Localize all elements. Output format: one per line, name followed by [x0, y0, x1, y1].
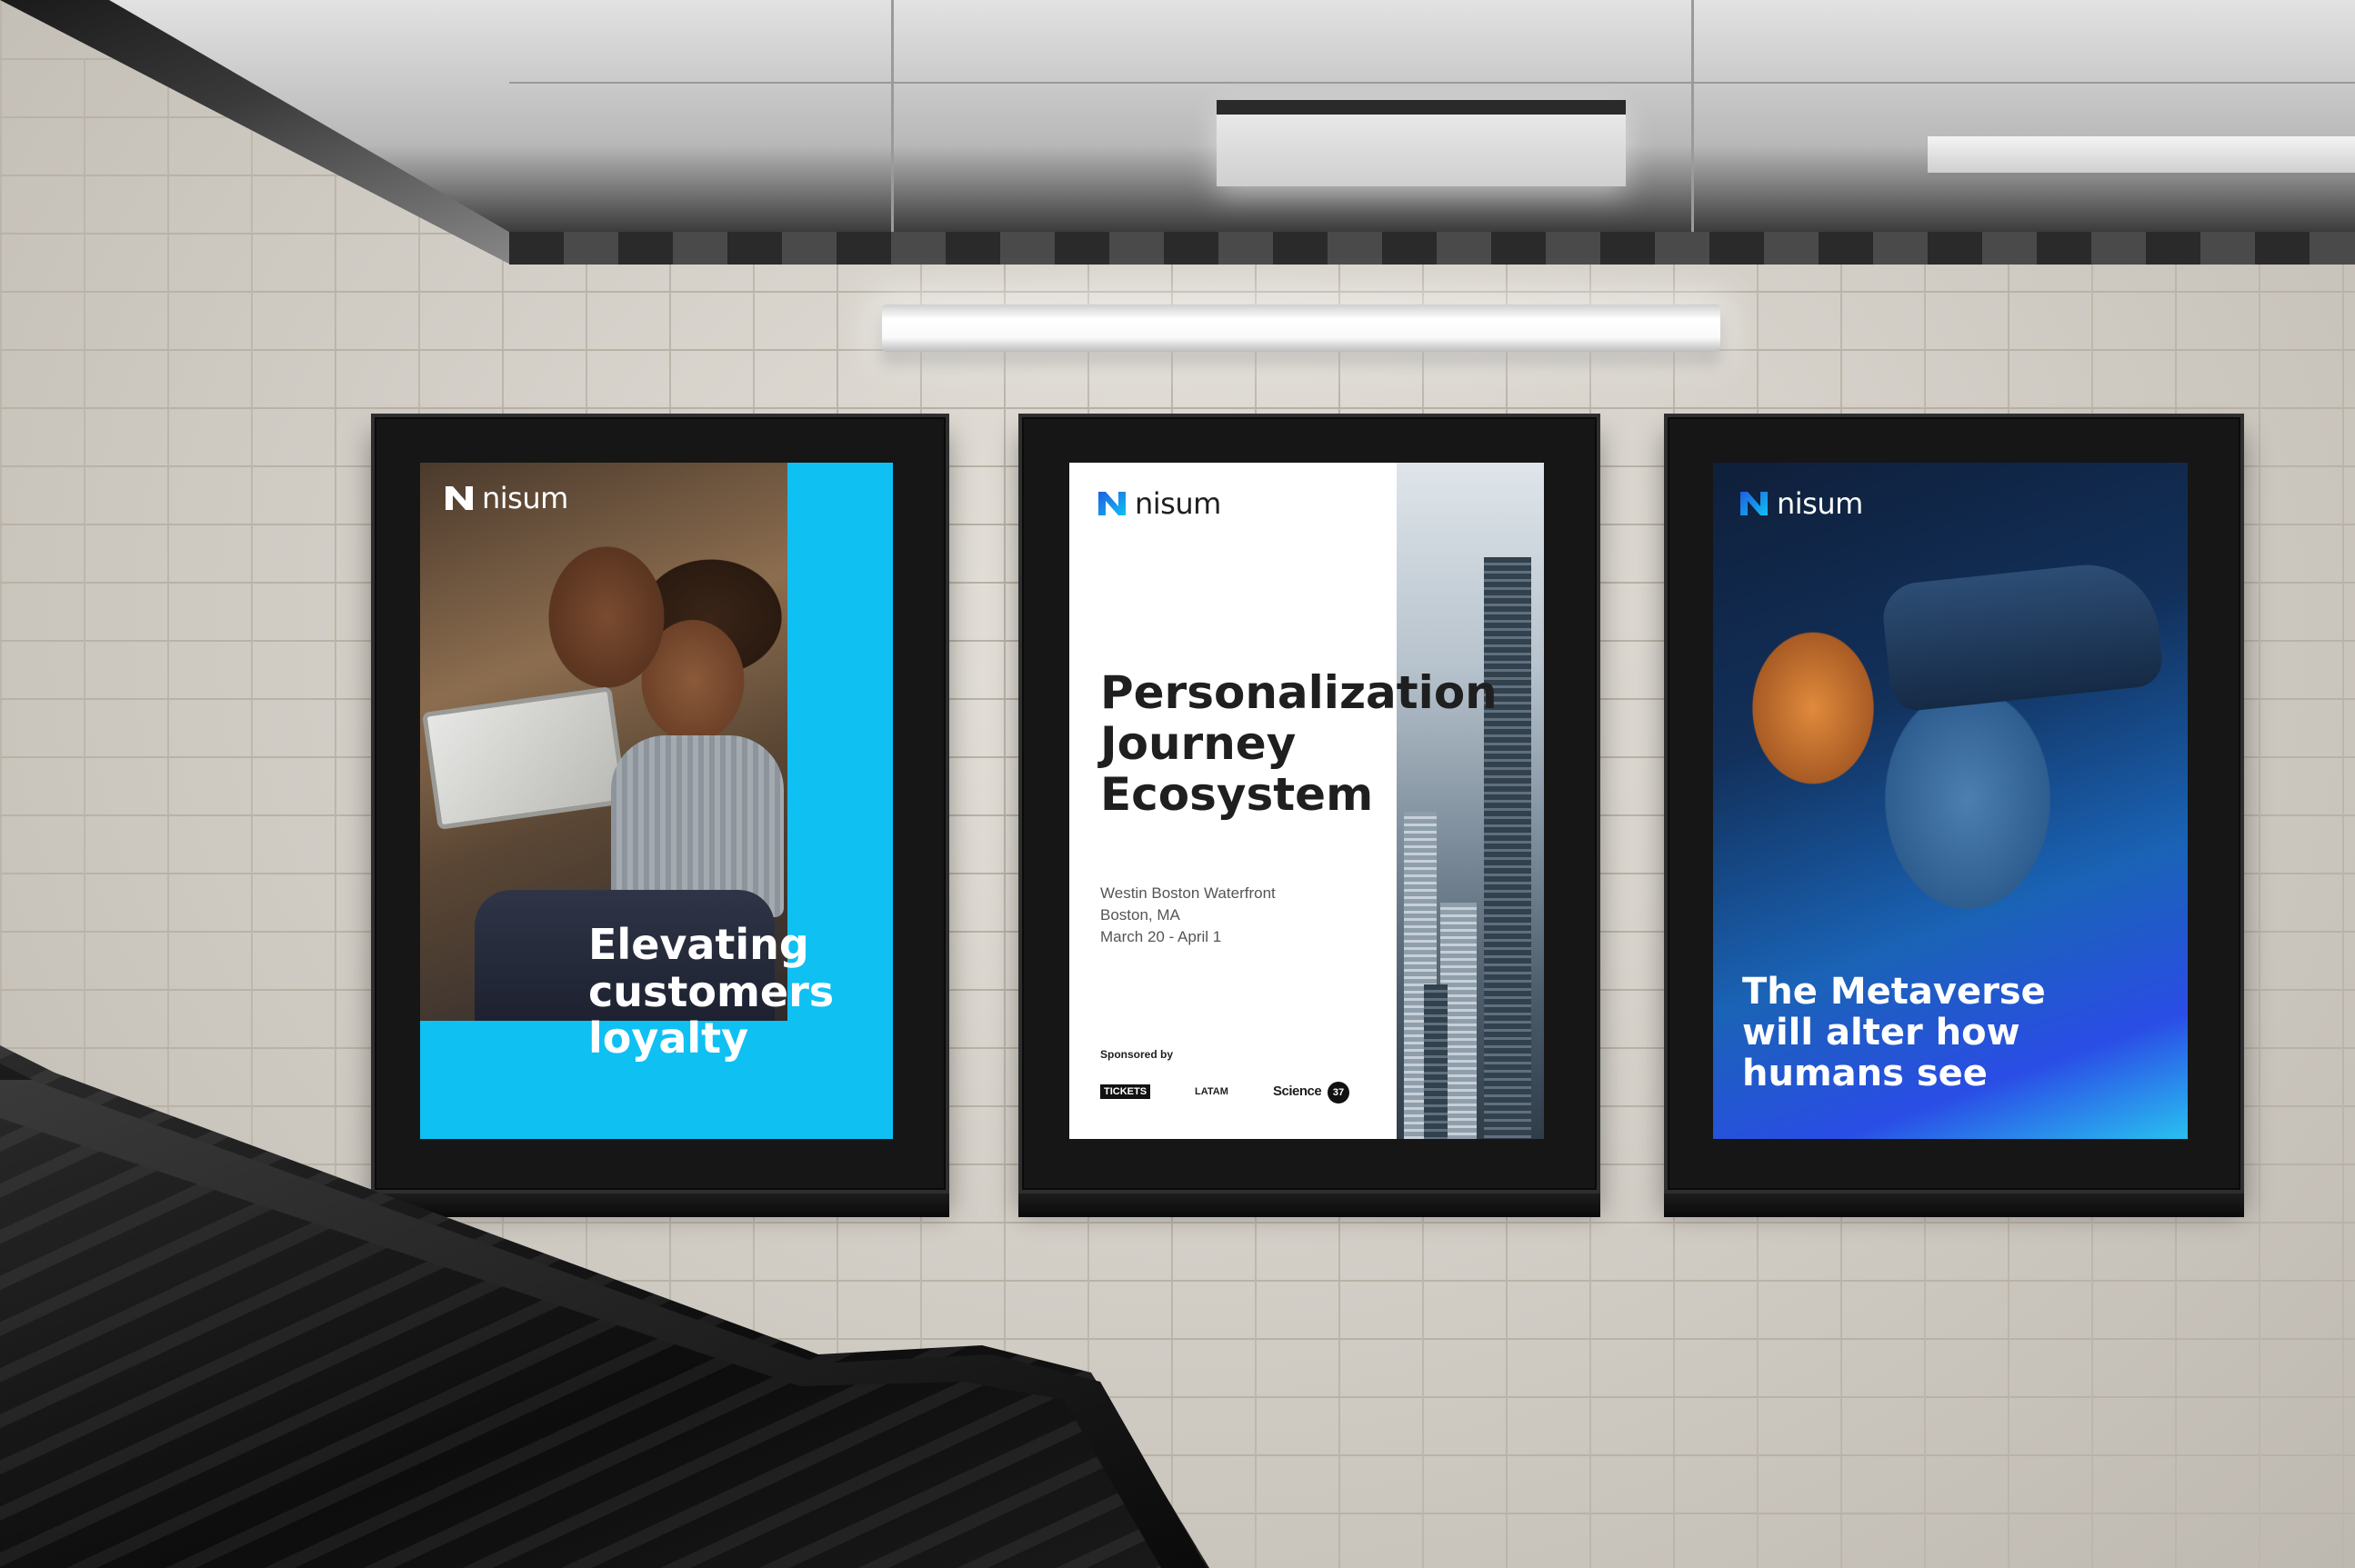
ceiling-trim	[509, 232, 2355, 265]
sponsor-latam-logo: LATAM	[1195, 1086, 1228, 1097]
sponsor-science-logo: Science	[1273, 1084, 1322, 1099]
headline-line: Elevating	[588, 920, 809, 969]
headline-line: humans see	[1742, 1052, 1988, 1094]
poster-personalization: nisum Personalization Journey Ecosystem …	[1069, 463, 1544, 1139]
headline: The Metaverse will alter how humans see	[1742, 972, 2046, 1094]
wall-light-fixture	[882, 305, 1720, 352]
poster-elevating-loyalty: nisum Elevating customers loyalty	[420, 463, 893, 1139]
ceiling-seam	[891, 0, 894, 232]
headline-line: Personalization	[1100, 666, 1498, 719]
event-venue: Westin Boston Waterfront	[1100, 884, 1276, 902]
nisum-logo: nisum	[446, 481, 568, 515]
sponsor-science-badge: 37	[1328, 1082, 1349, 1104]
event-dates: March 20 - April 1	[1100, 927, 1222, 945]
poster-frame-3: nisum The Metaverse will alter how human…	[1664, 414, 2244, 1217]
tablet	[421, 686, 628, 830]
skyscraper	[1484, 557, 1531, 1139]
nisum-logo: nisum	[1098, 486, 1221, 521]
sponsored-by-label: Sponsored by	[1100, 1048, 1174, 1061]
nisum-logo: nisum	[1740, 486, 1863, 521]
logo-text: nisum	[482, 481, 568, 515]
headline: Personalization Journey Ecosystem	[1100, 667, 1498, 820]
sponsor-tickets-logo: TICKETS	[1100, 1084, 1151, 1099]
headline-line: customers	[588, 966, 835, 1016]
logo-text: nisum	[1135, 486, 1221, 521]
sponsor-logos: TICKETS LATAM Science 37	[1100, 1081, 1373, 1108]
headline-line: Ecosystem	[1100, 768, 1374, 821]
skyscraper	[1424, 984, 1448, 1139]
ceiling-seam	[1691, 0, 1694, 232]
nisum-logo-icon	[1740, 492, 1768, 515]
subway-wall-scene: nisum Elevating customers loyalty nisum …	[0, 0, 2355, 1568]
headline-line: loyalty	[588, 1014, 749, 1064]
headline-line: Journey	[1100, 717, 1297, 770]
event-details: Westin Boston Waterfront Boston, MA Marc…	[1100, 883, 1276, 947]
poster-frame-1: nisum Elevating customers loyalty	[371, 414, 949, 1217]
nisum-logo-icon	[1098, 492, 1126, 515]
headline: Elevating customers loyalty	[588, 920, 835, 1064]
headline-line: The Metaverse	[1742, 971, 2046, 1013]
ceiling-light	[1217, 100, 1626, 186]
event-city: Boston, MA	[1100, 905, 1180, 924]
ceiling-light	[1928, 136, 2355, 178]
poster-metaverse: nisum The Metaverse will alter how human…	[1713, 463, 2188, 1139]
logo-text: nisum	[1777, 486, 1863, 521]
headline-line: will alter how	[1742, 1011, 2020, 1054]
nisum-logo-icon	[446, 486, 473, 510]
ceiling-seam	[509, 82, 2355, 84]
poster-frame-2: nisum Personalization Journey Ecosystem …	[1018, 414, 1600, 1217]
